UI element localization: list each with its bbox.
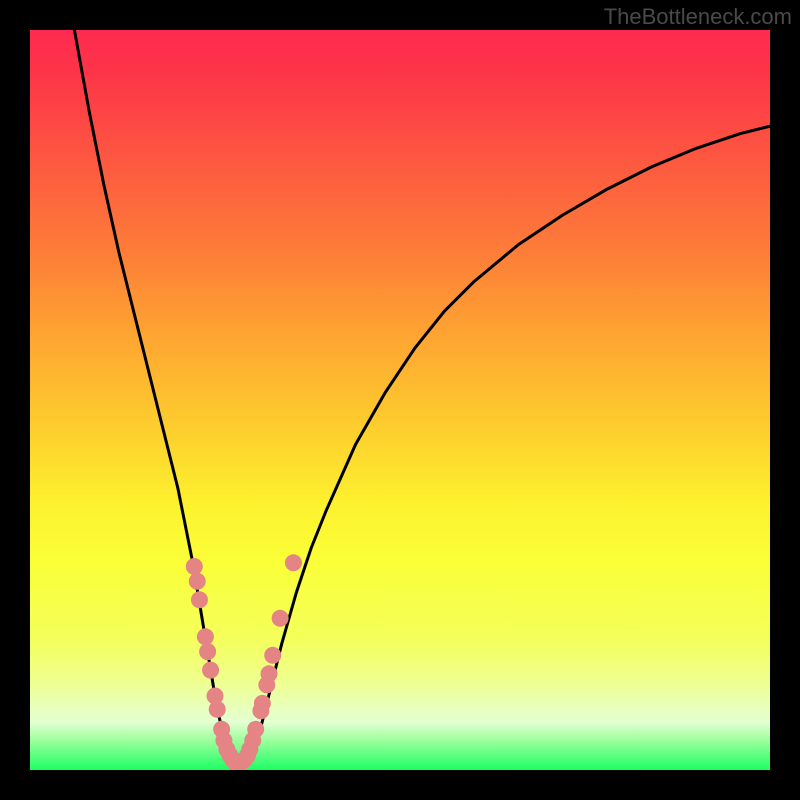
- highlight-marker: [199, 643, 216, 660]
- highlight-marker: [264, 647, 281, 664]
- bottleneck-chart-svg: [30, 30, 770, 770]
- watermark-text: TheBottleneck.com: [604, 4, 792, 30]
- plot-area: [30, 30, 770, 770]
- highlight-marker: [191, 591, 208, 608]
- highlight-marker: [197, 628, 214, 645]
- highlight-marker: [247, 721, 264, 738]
- chart-frame: TheBottleneck.com: [0, 0, 800, 800]
- highlight-marker: [202, 662, 219, 679]
- highlight-marker: [285, 554, 302, 571]
- highlight-marker: [254, 695, 271, 712]
- bottleneck-curve: [74, 30, 770, 763]
- highlight-marker: [209, 701, 226, 718]
- highlight-marker: [272, 610, 289, 627]
- highlight-marker: [189, 573, 206, 590]
- highlight-marker: [186, 558, 203, 575]
- highlight-marker: [261, 665, 278, 682]
